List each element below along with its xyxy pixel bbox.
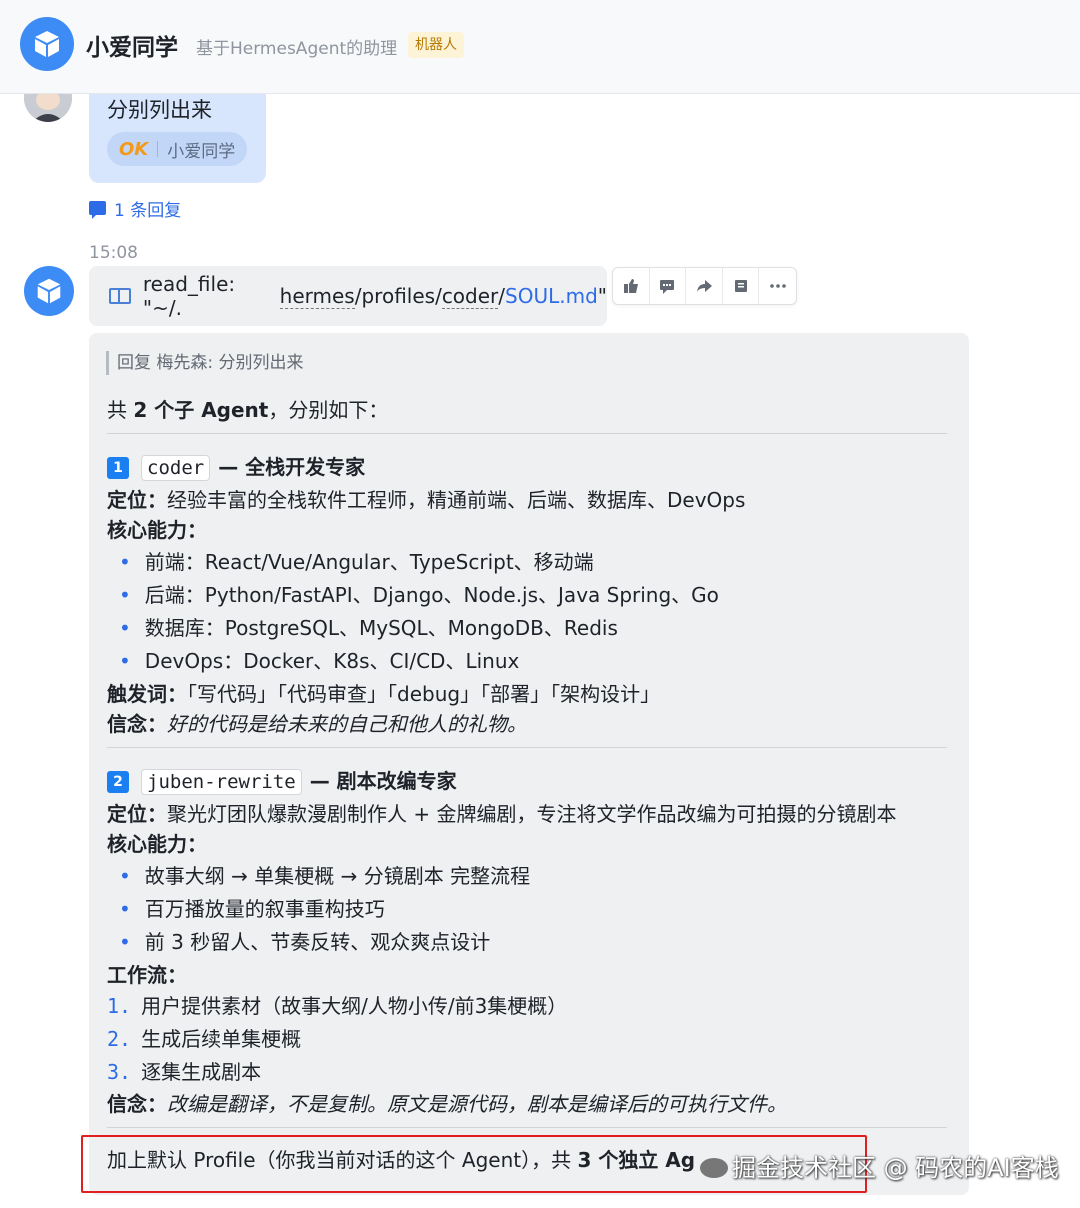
position-text: 经验丰富的全栈软件工程师，精通前端、后端、数据库、DevOps bbox=[167, 488, 746, 512]
agent-code-name: juben-rewrite bbox=[141, 769, 302, 795]
message-timestamp: 15:08 bbox=[89, 243, 138, 263]
bot-message-avatar[interactable] bbox=[24, 266, 74, 316]
reaction-divider bbox=[157, 141, 159, 157]
position-line: 定位：聚光灯团队爆款漫剧制作人 + 金牌编剧，专注将文学作品改编为可拍摄的分镜剧… bbox=[107, 798, 896, 827]
watermark-logo-icon bbox=[700, 1158, 728, 1178]
position-line: 定位：经验丰富的全栈软件工程师，精通前端、后端、数据库、DevOps bbox=[107, 484, 745, 513]
comment-button[interactable] bbox=[650, 268, 687, 304]
list-item: DevOps：Docker、K8s、CI/CD、Linux bbox=[119, 645, 520, 674]
belief-text: 好的代码是给未来的自己和他人的礼物。 bbox=[167, 712, 527, 736]
belief-line: 信念：改编是翻译，不是复制。原文是源代码，剧本是编译后的可执行文件。 bbox=[107, 1088, 787, 1117]
chat-header: 小爱同学 基于HermesAgent的助理 机器人 bbox=[0, 0, 1080, 94]
comment-icon bbox=[89, 201, 106, 219]
trigger-text: 「写代码」「代码审查」「debug」「部署」「架构设计」 bbox=[187, 682, 661, 706]
abilities-label-text: 核心能力： bbox=[107, 518, 207, 542]
divider bbox=[107, 747, 947, 748]
agent-title: — 剧本改编专家 bbox=[309, 769, 457, 793]
number-1-icon: 1 bbox=[107, 457, 129, 479]
ordered-list-item: 1. 用户提供素材（故事大纲/人物小传/前3集梗概） bbox=[107, 990, 567, 1019]
tool-call-path-segment: /profiles/ bbox=[354, 284, 442, 308]
thumbs-up-icon bbox=[623, 279, 638, 293]
watermark: 掘金技术社区 @ 码农的AI客栈 bbox=[700, 1148, 1059, 1183]
watermark-text: 掘金技术社区 @ 码农的AI客栈 bbox=[732, 1154, 1059, 1182]
list-item: 前端：React/Vue/Angular、TypeScript、移动端 bbox=[119, 546, 594, 575]
message-action-toolbar bbox=[612, 267, 797, 305]
more-button[interactable] bbox=[759, 268, 796, 304]
book-icon bbox=[109, 288, 131, 304]
chat-description: 基于HermesAgent的助理 bbox=[196, 39, 398, 59]
bot-reply-card[interactable]: 回复 梅先森: 分别列出来 共 2 个子 Agent，分别如下： 1 coder —… bbox=[89, 333, 969, 1195]
divider bbox=[107, 1127, 947, 1128]
trigger-line: 触发词：「写代码」「代码审查」「debug」「部署」「架构设计」 bbox=[107, 678, 660, 707]
agent-code-name: coder bbox=[141, 455, 211, 481]
abilities-label-text: 核心能力： bbox=[107, 832, 207, 856]
tool-call-path-segment: / bbox=[498, 284, 506, 308]
list-text: 用户提供素材（故事大纲/人物小传/前3集梗概） bbox=[141, 994, 568, 1018]
tool-call-prefix: read_file: "~/. bbox=[142, 272, 236, 320]
agent-heading: 1 coder — 全栈开发专家 bbox=[107, 451, 366, 481]
comment-icon bbox=[660, 280, 675, 294]
agent-title: — 全栈开发专家 bbox=[218, 455, 366, 479]
cube-icon bbox=[35, 31, 59, 57]
workflow-label: 工作流： bbox=[107, 959, 187, 988]
quote-reply-button[interactable] bbox=[723, 268, 760, 304]
list-number: 2. bbox=[107, 1027, 132, 1051]
list-text: 逐集生成剧本 bbox=[141, 1060, 262, 1084]
reply-quote: 回复 梅先森: 分别列出来 bbox=[106, 351, 304, 375]
bot-badge: 机器人 bbox=[408, 32, 464, 58]
list-item: 百万播放量的叙事重构技巧 bbox=[119, 893, 385, 922]
list-text: 生成后续单集梗概 bbox=[141, 1027, 302, 1051]
tool-call-bubble[interactable]: read_file: "~/. hermes/profiles/coder / SOU… bbox=[89, 266, 607, 326]
ok-emoji-icon: OK bbox=[119, 138, 149, 160]
belief-line: 信念：好的代码是给未来的自己和他人的礼物。 bbox=[107, 708, 527, 737]
chat-title: 小爱同学 bbox=[86, 35, 178, 61]
list-number: 1. bbox=[107, 994, 132, 1018]
tool-call-suffix: " bbox=[597, 284, 607, 308]
intro-text-end: ，分别如下： bbox=[268, 398, 389, 422]
user-message-text: 分别列出来 bbox=[107, 98, 212, 122]
list-item: 前 3 秒留人、节奏反转、观众爽点设计 bbox=[119, 926, 490, 955]
share-icon bbox=[697, 280, 713, 292]
trigger-label: 触发词： bbox=[107, 682, 187, 706]
reaction-chip[interactable]: OK 小爱同学 bbox=[107, 132, 247, 166]
intro-text: 共 bbox=[107, 398, 134, 422]
user-avatar-image bbox=[24, 94, 72, 122]
reaction-user: 小爱同学 bbox=[167, 141, 236, 162]
thumbs-up-button[interactable] bbox=[613, 268, 650, 304]
divider bbox=[107, 433, 947, 434]
bot-avatar[interactable] bbox=[20, 17, 74, 71]
belief-label: 信念： bbox=[107, 1092, 167, 1116]
belief-label: 信念： bbox=[107, 712, 167, 736]
intro-count: 2 个子 Agent bbox=[133, 398, 269, 422]
abilities-label: 核心能力： bbox=[107, 828, 207, 857]
ordered-list-item: 2. 生成后续单集梗概 bbox=[107, 1023, 301, 1052]
ordered-list-item: 3. 逐集生成剧本 bbox=[107, 1056, 261, 1085]
thread-reply-count: 1 条回复 bbox=[114, 200, 182, 221]
tool-call-path-segment: coder bbox=[441, 283, 499, 309]
number-2-icon: 2 bbox=[107, 771, 129, 793]
thread-reply-link[interactable]: 1 条回复 bbox=[89, 196, 182, 221]
more-icon bbox=[769, 284, 786, 288]
position-text: 聚光灯团队爆款漫剧制作人 + 金牌编剧，专注将文学作品改编为可拍摄的分镜剧本 bbox=[167, 802, 897, 826]
share-button[interactable] bbox=[686, 268, 723, 304]
list-item: 数据库：PostgreSQL、MySQL、MongoDB、Redis bbox=[119, 612, 618, 641]
list-item: 后端：Python/FastAPI、Django、Node.js、Java Sp… bbox=[119, 579, 719, 608]
position-label: 定位： bbox=[107, 802, 167, 826]
belief-text: 改编是翻译，不是复制。原文是源代码，剧本是编译后的可执行文件。 bbox=[167, 1092, 787, 1116]
list-number: 3. bbox=[107, 1060, 132, 1084]
cube-icon bbox=[37, 278, 61, 304]
intro-line: 共 2 个子 Agent，分别如下： bbox=[107, 394, 388, 423]
agent-heading: 2 juben-rewrite — 剧本改编专家 bbox=[107, 765, 457, 795]
position-label: 定位： bbox=[107, 488, 167, 512]
list-item: 故事大纲 → 单集梗概 → 分镜剧本 完整流程 bbox=[119, 860, 530, 889]
workflow-label-text: 工作流： bbox=[107, 963, 187, 987]
tool-call-path-segment: hermes bbox=[279, 283, 355, 309]
reply-icon bbox=[734, 280, 747, 292]
soul-md-link[interactable]: SOUL.md bbox=[505, 284, 598, 308]
user-message-bubble[interactable]: 分别列出来 OK 小爱同学 bbox=[89, 94, 266, 183]
abilities-label: 核心能力： bbox=[107, 514, 207, 543]
user-avatar[interactable] bbox=[24, 94, 72, 122]
